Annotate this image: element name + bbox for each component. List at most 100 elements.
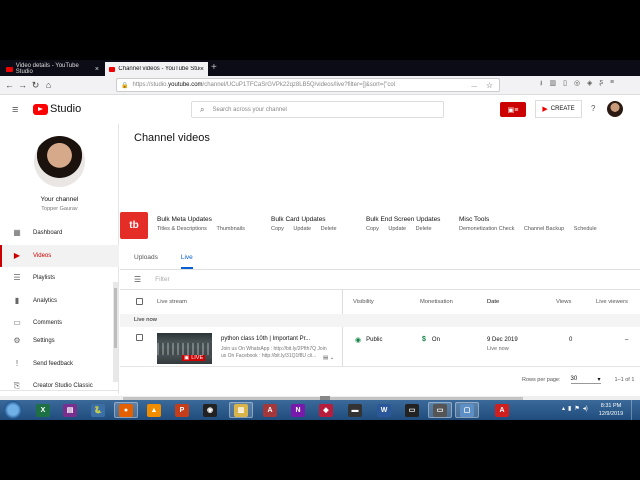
videos-icon: ▶	[13, 250, 21, 260]
forward-arrow-icon[interactable]: →	[16, 80, 29, 90]
live-now-section-header: Live now	[120, 314, 640, 327]
access-icon[interactable]: A	[258, 402, 282, 418]
studio-logo[interactable]: Studio	[33, 103, 81, 115]
column-header-live-viewers[interactable]: Live viewers	[596, 299, 628, 305]
analytics-icon: ▮	[14, 295, 20, 305]
video-description: Join us On WhatsApp : http://bit.ly/2Pft…	[221, 346, 336, 360]
channel-name: Topper Gaurav	[41, 206, 78, 212]
winrar-icon-glyph: ▤	[63, 403, 77, 417]
sidebar-item-label: Send feedback	[33, 360, 74, 367]
status-value: Live now	[487, 346, 509, 352]
sidebar-item-send-feedback[interactable]: ! Send feedback	[0, 353, 119, 376]
youtube-studio-icon[interactable]: ▤	[323, 355, 328, 361]
powerpoint-icon-glyph: P	[175, 403, 189, 417]
dollar-icon: $	[422, 336, 426, 343]
rows-per-page-value: 30	[570, 376, 578, 382]
obs-icon[interactable]: ◉	[198, 402, 222, 418]
browser-tab-video-details[interactable]: Video details - YouTube Studio ×	[2, 62, 103, 76]
sidebar-nav: ▦ Dashboard ▶ Videos ☰ Playlists ▮ Analy…	[0, 222, 119, 335]
dropdown-chevron-icon[interactable]: ⌄	[330, 355, 335, 361]
reload-icon[interactable]: ↻	[29, 80, 42, 91]
rows-per-page-select[interactable]: 30 ▾	[570, 376, 601, 384]
flag-icon[interactable]: ⚑	[574, 405, 579, 412]
column-header-monetisation[interactable]: Monetisation	[420, 299, 453, 305]
live-badge: ▣ LIVE	[182, 355, 206, 361]
tray-arrow-icon[interactable]: ▴	[562, 405, 565, 412]
content-tabs: Uploads Live	[134, 254, 216, 269]
column-header-visibility[interactable]: Visibility	[353, 299, 374, 305]
tabs-divider	[120, 269, 640, 270]
channel-avatar[interactable]	[34, 136, 85, 187]
system-tray: ▴ ▮ ⚑ ◂)	[562, 405, 588, 412]
window-icon[interactable]: ▢	[455, 402, 479, 418]
monetisation-value: On	[431, 336, 440, 343]
sidebar-item-videos[interactable]: ▶ Videos	[0, 244, 119, 267]
firefox-icon[interactable]: ●	[114, 402, 138, 418]
tab-uploads[interactable]: Uploads	[134, 254, 158, 269]
page-range: 1–1 of 1	[614, 377, 635, 383]
filter-bar[interactable]: ☰ Filter	[134, 275, 170, 284]
back-arrow-icon[interactable]: ←	[3, 80, 16, 90]
select-all-checkbox[interactable]	[136, 298, 143, 305]
show-desktop-button[interactable]	[631, 400, 640, 420]
tab-live[interactable]: Live	[180, 254, 193, 269]
classic-icon: ⎘	[13, 381, 21, 391]
word-icon-glyph: W	[377, 403, 391, 417]
network-icon[interactable]: ▮	[568, 405, 571, 412]
sidebar-item-analytics[interactable]: ▮ Analytics	[0, 290, 119, 313]
close-tab-icon[interactable]: ×	[95, 66, 99, 73]
live-badge-label: LIVE	[191, 355, 204, 361]
media-icon[interactable]: ▬	[343, 402, 367, 418]
terminal-icon[interactable]: ▭	[400, 402, 424, 418]
powerpoint-icon[interactable]: P	[170, 402, 194, 418]
firefox-icon-glyph: ●	[119, 403, 133, 417]
filter-placeholder: Filter	[155, 276, 170, 283]
table-row[interactable]: ▣ LIVE python class 10th | Important Pr.…	[120, 327, 640, 367]
visibility-value: Public	[366, 337, 383, 343]
video-title[interactable]: python class 10th | Important Pr...	[221, 336, 310, 342]
onenote-icon-glyph: N	[291, 403, 305, 417]
feedback-icon: !	[15, 358, 19, 368]
sidebar-item-label: Analytics	[33, 297, 58, 304]
video-thumbnail[interactable]: ▣ LIVE	[157, 333, 212, 364]
hamburger-menu-icon[interactable]: ≡	[12, 104, 18, 116]
sidebar-bottom-items: ⚙ Settings ! Send feedback ⎘ Creator Stu…	[0, 330, 119, 398]
sidebar-item-label: Videos	[33, 252, 52, 259]
access-icon-glyph: A	[263, 403, 277, 417]
windows-start-icon[interactable]	[4, 401, 22, 419]
app-icon[interactable]: ◆	[314, 402, 338, 418]
winrar-icon[interactable]: ▤	[58, 402, 82, 418]
sidebar-item-dashboard[interactable]: ▦ Dashboard	[0, 222, 119, 245]
channel-title: Your channel	[40, 196, 79, 203]
taskbar-clock[interactable]: 8:31 PM 12/9/2019	[596, 402, 626, 418]
row-checkbox[interactable]	[136, 334, 143, 341]
monetisation-cell[interactable]: $ On	[422, 336, 440, 343]
sidebar-item-playlists[interactable]: ☰ Playlists	[0, 267, 119, 290]
clock-date: 12/9/2019	[598, 411, 624, 417]
volume-icon[interactable]: ◂)	[583, 405, 588, 412]
visibility-cell[interactable]: ◉ Public	[355, 336, 382, 344]
live-viewers-value: –	[625, 337, 629, 343]
column-header-date[interactable]: Date	[487, 299, 499, 305]
dashboard-icon: ▦	[13, 228, 21, 238]
vlc-icon[interactable]: ▲	[142, 402, 166, 418]
sidebar-item-creator-studio-classic[interactable]: ⎘ Creator Studio Classic	[0, 375, 119, 398]
row-options[interactable]: ▤ ⌄	[323, 355, 334, 361]
column-header-views[interactable]: Views	[556, 299, 571, 305]
python-icon[interactable]: 🐍	[86, 402, 110, 418]
excel-icon-glyph: X	[36, 403, 50, 417]
sidebar-item-settings[interactable]: ⚙ Settings	[0, 330, 119, 353]
excel-icon[interactable]: X	[31, 402, 55, 418]
obs-icon-glyph: ◉	[203, 403, 217, 417]
window-icon-glyph: ▢	[460, 403, 474, 417]
word-icon[interactable]: W	[372, 402, 396, 418]
onenote-icon[interactable]: N	[286, 402, 310, 418]
home-icon[interactable]: ⌂	[42, 80, 55, 90]
thumbnail-image	[157, 343, 212, 355]
column-header-live-stream[interactable]: Live stream	[157, 299, 187, 305]
pdf-icon[interactable]: A	[490, 402, 514, 418]
date-value: 9 Dec 2019	[487, 337, 518, 343]
file-explorer-icon[interactable]: ▥	[229, 402, 253, 418]
filter-icon[interactable]: ☰	[134, 275, 141, 284]
monitor-icon[interactable]: ▭	[428, 402, 452, 418]
